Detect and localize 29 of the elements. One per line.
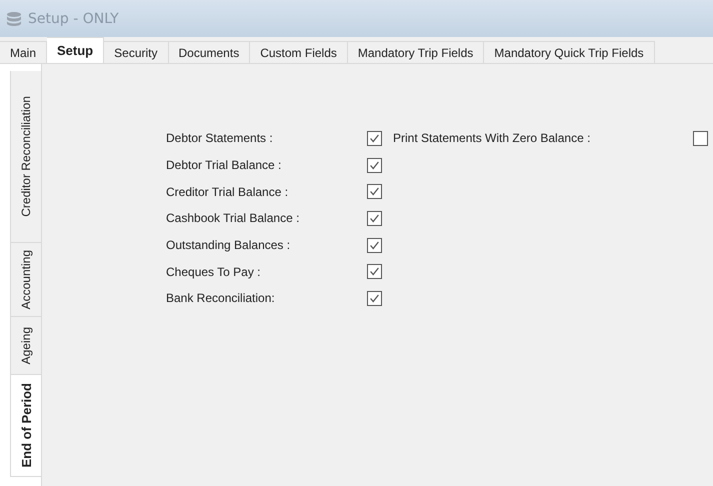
tab[interactable]: Mandatory Quick Trip Fields — [484, 41, 655, 63]
tab[interactable]: Setup — [47, 37, 104, 63]
tab[interactable]: Main — [0, 41, 48, 63]
option-label: Print Statements With Zero Balance : — [393, 131, 592, 146]
option-label: Creditor Trial Balance : — [166, 184, 290, 199]
checkbox[interactable] — [367, 264, 382, 280]
checkbox[interactable] — [367, 184, 382, 200]
tab[interactable]: Custom Fields — [250, 41, 348, 63]
option-label: Bank Reconciliation: — [166, 291, 276, 306]
side-tab[interactable]: Ageing — [10, 317, 42, 375]
option-label: Debtor Trial Balance : — [166, 158, 282, 172]
option-label: Outstanding Balances : — [166, 238, 292, 252]
side-tab[interactable]: End of Period — [10, 375, 42, 477]
checkbox[interactable] — [367, 158, 382, 173]
option-label: Debtor Statements : — [166, 131, 274, 146]
checkbox[interactable] — [367, 238, 382, 253]
tab[interactable]: Documents — [168, 41, 250, 63]
option-label: Cashbook Trial Balance : — [166, 211, 300, 226]
checkbox[interactable] — [367, 290, 382, 306]
database-icon — [6, 10, 22, 26]
checkbox[interactable] — [367, 130, 382, 146]
window-title: Setup - ONLY — [28, 10, 119, 26]
option-label: Cheques To Pay : — [166, 264, 262, 279]
tab[interactable]: Mandatory Trip Fields — [348, 41, 484, 63]
side-tab[interactable]: Creditor Reconciliation — [10, 71, 42, 243]
tab[interactable]: Security — [104, 41, 168, 63]
checkbox[interactable] — [367, 210, 382, 226]
checkbox[interactable] — [693, 130, 708, 146]
side-tab[interactable]: Accounting — [10, 243, 42, 317]
